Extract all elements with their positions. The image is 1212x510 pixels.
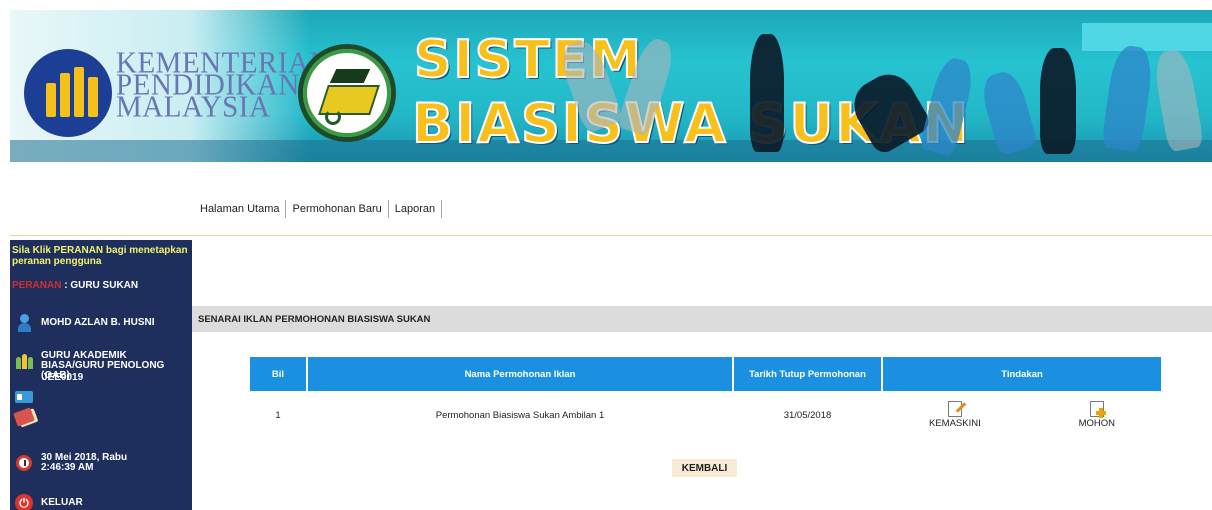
id-card-row	[10, 386, 41, 408]
current-time: 2:46:39 AM	[41, 462, 94, 473]
table-row: 1 Permohonan Biasiswa Sukan Ambilan 1 31…	[250, 391, 1161, 439]
power-icon[interactable]: ⏻	[13, 492, 35, 510]
apply-label[interactable]: MOHON	[1079, 418, 1115, 429]
edit-icon[interactable]	[947, 401, 967, 417]
id-card-icon	[13, 386, 35, 408]
nav-laporan[interactable]: Laporan	[389, 200, 443, 218]
section-header: SENARAI IKLAN PERMOHONAN BIASISWA SUKAN	[192, 306, 1212, 332]
col-tindakan: Tindakan	[883, 357, 1161, 391]
apply-button[interactable]: MOHON	[1079, 401, 1115, 429]
cell-tarikh: 31/05/2018	[734, 391, 881, 439]
edit-label[interactable]: KEMASKINI	[929, 418, 981, 429]
sidebar: Sila Klik PERANAN bagi menetapkan perana…	[10, 240, 192, 510]
nav-divider	[10, 235, 1212, 236]
school-code: JEE0019	[42, 372, 84, 383]
user-icon	[13, 312, 35, 334]
position-row: GURU AKADEMIK BIASA/GURU PENOLONG (GAB)	[10, 350, 191, 381]
main-nav: Halaman Utama Permohonan Baru Laporan	[200, 200, 443, 218]
system-emblem-icon	[298, 44, 396, 142]
nav-halaman-utama[interactable]: Halaman Utama	[200, 200, 287, 218]
applications-table: Bil Nama Permohonan Iklan Tarikh Tutup P…	[248, 357, 1163, 439]
logout-label[interactable]: KELUAR	[41, 492, 83, 508]
table-header-row: Bil Nama Permohonan Iklan Tarikh Tutup P…	[250, 357, 1161, 391]
cell-tindakan: KEMASKINI MOHON	[883, 391, 1161, 439]
edit-button[interactable]: KEMASKINI	[929, 401, 981, 429]
datetime-row: 30 Mei 2018, Rabu 2:46:39 AM	[10, 452, 127, 474]
cell-nama: Permohonan Biasiswa Sukan Ambilan 1	[308, 391, 732, 439]
back-button[interactable]: KEMBALI	[672, 459, 737, 477]
nav-permohonan-baru[interactable]: Permohonan Baru	[286, 200, 389, 218]
role-link[interactable]: PERANAN	[12, 280, 61, 291]
role-hint: Sila Klik PERANAN bagi menetapkan perana…	[12, 245, 188, 267]
book-row[interactable]	[10, 406, 41, 428]
group-icon	[13, 350, 35, 372]
col-tarikh: Tarikh Tutup Permohonan	[734, 357, 881, 391]
role-line: PERANAN : GURU SUKAN	[12, 280, 138, 291]
section-title: SENARAI IKLAN PERMOHONAN BIASISWA SUKAN	[198, 314, 431, 325]
cell-bil: 1	[250, 391, 306, 439]
col-nama: Nama Permohonan Iklan	[308, 357, 732, 391]
clock-icon	[13, 452, 35, 474]
role-value: : GURU SUKAN	[61, 280, 139, 291]
user-name: MOHD AZLAN B. HUSNI	[41, 317, 155, 328]
user-row: MOHD AZLAN B. HUSNI	[10, 312, 155, 334]
header-banner: KEMENTERIAN PENDIDIKAN MALAYSIA SISTEM B…	[10, 10, 1212, 162]
logout-button[interactable]: ⏻ KELUAR	[10, 492, 83, 510]
col-bil: Bil	[250, 357, 306, 391]
ministry-logo	[24, 49, 112, 137]
book-icon[interactable]	[13, 406, 35, 428]
add-document-icon[interactable]	[1089, 401, 1106, 418]
